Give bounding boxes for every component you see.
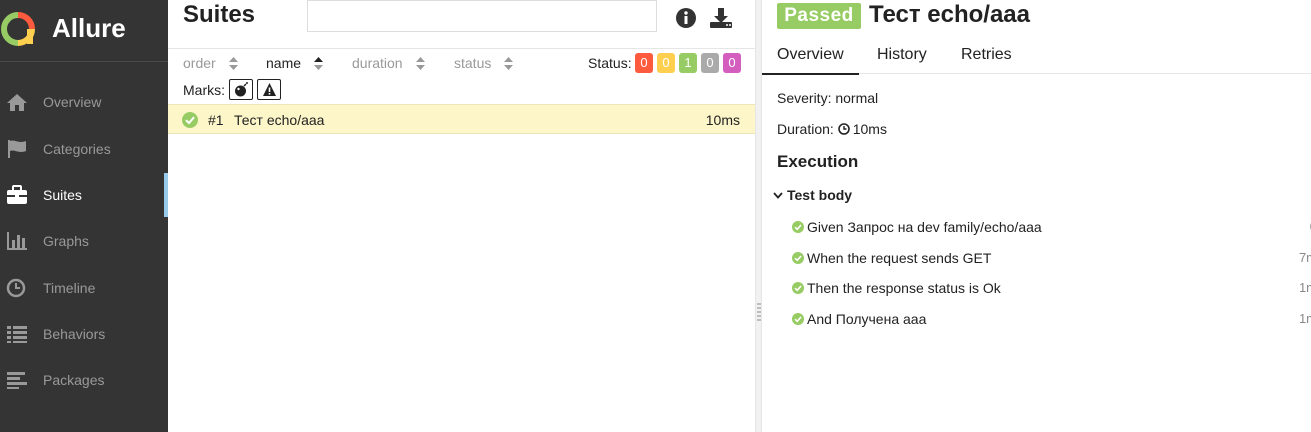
- step-duration: 1m: [1298, 280, 1311, 295]
- sidebar-item-timeline[interactable]: Timeline: [0, 266, 168, 310]
- sidebar-item-label: Timeline: [43, 280, 96, 296]
- sort-by-order[interactable]: order: [183, 55, 238, 71]
- sort-by-status[interactable]: status: [454, 55, 513, 71]
- stage-name: Test body: [787, 187, 853, 203]
- brand-name: Allure: [52, 13, 126, 43]
- check-circle-icon: [792, 221, 804, 233]
- brand[interactable]: Allure: [0, 0, 168, 62]
- sort-label: duration: [352, 55, 403, 71]
- step-row[interactable]: Given Запрос на dev family/echo/aaa 0: [792, 218, 1311, 238]
- panel-splitter[interactable]: [755, 0, 762, 432]
- warning-icon: [263, 83, 276, 96]
- status-filter-label: Status:: [588, 55, 632, 71]
- sidebar-item-behaviors[interactable]: Behaviors: [0, 312, 168, 356]
- sort-icon: [229, 57, 238, 70]
- known-issue-mark-toggle[interactable]: [257, 79, 281, 100]
- step-row[interactable]: When the request sends GET 7m: [792, 249, 1311, 269]
- clock-icon: [837, 123, 850, 135]
- detail-tabs: Overview History Retries: [762, 38, 1311, 75]
- check-circle-icon: [182, 112, 198, 128]
- test-details-panel: Passed Тест echo/aaa Overview History Re…: [762, 0, 1311, 432]
- step-name: Given Запрос на dev family/echo/aaa: [807, 219, 1042, 235]
- sidebar-item-overview[interactable]: Overview: [0, 80, 168, 124]
- step-row[interactable]: Then the response status is Ok 1m: [792, 279, 1311, 299]
- step-duration: 7m: [1298, 250, 1311, 265]
- sidebar-item-graphs[interactable]: Graphs: [0, 219, 168, 263]
- test-number: #1: [208, 112, 224, 128]
- marks-row: Marks:: [168, 78, 755, 103]
- search-input[interactable]: [307, 0, 657, 32]
- sidebar-item-packages[interactable]: Packages: [0, 358, 168, 402]
- drag-handle-icon: [757, 303, 761, 321]
- duration-text: Duration: 10ms: [777, 121, 887, 137]
- allure-logo-icon: [1, 12, 35, 46]
- sort-icon: [504, 57, 513, 70]
- status-badge-skipped[interactable]: 0: [701, 53, 719, 73]
- status-badge-unknown[interactable]: 0: [723, 53, 741, 73]
- sidebar-item-label: Packages: [43, 372, 105, 388]
- sidebar-item-label: Behaviors: [43, 326, 106, 342]
- sort-asc-icon: [314, 57, 323, 70]
- duration-label: Duration:: [777, 121, 834, 137]
- sidebar-item-categories[interactable]: Categories: [0, 127, 168, 171]
- sort-label: status: [454, 55, 492, 71]
- bomb-icon: [235, 82, 248, 97]
- marks-label: Marks:: [183, 82, 225, 98]
- sidebar-item-label: Suites: [43, 187, 82, 203]
- severity-text: Severity: normal: [777, 90, 879, 106]
- check-circle-icon: [792, 252, 804, 264]
- suites-panel: Suites order name duration status Status…: [168, 0, 755, 432]
- tab-overview[interactable]: Overview: [762, 46, 859, 75]
- step-row[interactable]: And Получена aaa 1m: [792, 310, 1311, 330]
- sort-icon: [416, 57, 425, 70]
- execution-heading: Execution: [777, 152, 859, 171]
- status-badge-failed[interactable]: 0: [635, 53, 653, 73]
- clock-icon: [6, 278, 26, 298]
- sort-bar: order name duration status Status: 0 0 1…: [168, 48, 755, 77]
- sort-label: name: [266, 55, 302, 71]
- check-circle-icon: [792, 282, 804, 294]
- status-badge-broken[interactable]: 0: [657, 53, 675, 73]
- page-title: Suites: [183, 1, 256, 28]
- sidebar-item-label: Graphs: [43, 233, 89, 249]
- sidebar-item-label: Overview: [43, 94, 102, 110]
- tab-history[interactable]: History: [877, 46, 927, 64]
- sidebar: Allure Overview Categories Suites Graphs…: [0, 0, 168, 432]
- allure-report-app: Allure Overview Categories Suites Graphs…: [0, 0, 1311, 432]
- test-name: Тест echo/aaa: [234, 112, 325, 128]
- info-icon[interactable]: [676, 8, 696, 28]
- briefcase-icon: [7, 185, 27, 204]
- sort-by-name[interactable]: name: [266, 55, 323, 71]
- list-icon: [7, 326, 27, 343]
- home-icon: [7, 94, 27, 111]
- step-name: And Получена aaa: [807, 311, 927, 327]
- test-duration: 10ms: [705, 112, 740, 128]
- download-icon[interactable]: [709, 6, 733, 30]
- flaky-mark-toggle[interactable]: [229, 79, 253, 100]
- chevron-down-icon: [773, 192, 783, 199]
- duration-value: 10ms: [852, 121, 887, 137]
- sort-by-duration[interactable]: duration: [352, 55, 425, 71]
- step-name: Then the response status is Ok: [807, 280, 1001, 296]
- align-left-icon: [7, 372, 27, 389]
- tab-retries[interactable]: Retries: [961, 46, 1012, 64]
- status-badge-passed[interactable]: 1: [679, 53, 697, 73]
- check-circle-icon: [792, 313, 804, 325]
- test-title: Тест echo/aaa: [869, 1, 1030, 28]
- flag-icon: [8, 140, 26, 158]
- sidebar-item-label: Categories: [43, 141, 111, 157]
- bar-chart-icon: [7, 232, 27, 250]
- status-badge: Passed: [777, 3, 861, 29]
- sort-label: order: [183, 55, 216, 71]
- sidebar-item-suites[interactable]: Suites: [0, 173, 168, 217]
- table-row[interactable]: #1 Тест echo/aaa 10ms: [168, 104, 755, 134]
- step-name: When the request sends GET: [807, 250, 992, 266]
- step-duration: 1m: [1298, 311, 1311, 326]
